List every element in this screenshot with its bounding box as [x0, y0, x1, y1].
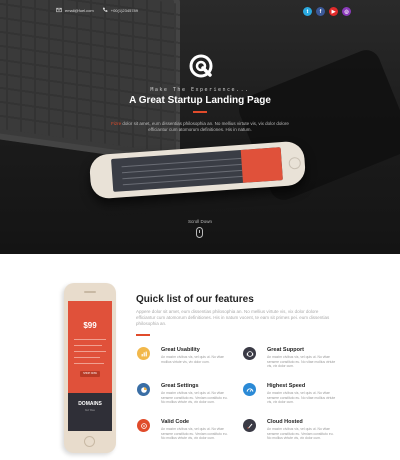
- feature-title: Highest Speed: [267, 383, 306, 389]
- email-contact[interactable]: email@fuel.com: [56, 7, 94, 13]
- envelope-icon: [56, 7, 62, 13]
- phone-contact[interactable]: +00(1)2345789: [102, 7, 138, 13]
- twitter-icon[interactable]: t: [303, 7, 312, 16]
- feature-description: An mazim civibus vis, vel quis ut. No vi…: [161, 391, 228, 405]
- hero-description-highlight: Fizre: [111, 121, 122, 126]
- phone-icon: [102, 7, 108, 12]
- feature-title: Great Support: [267, 347, 304, 353]
- support-icon: [243, 347, 256, 360]
- facebook-icon[interactable]: f: [316, 7, 325, 16]
- feature-title: Great Usability: [161, 347, 200, 353]
- features-title: Quick list of our features: [136, 294, 254, 305]
- mouse-scroll-icon[interactable]: [196, 227, 203, 238]
- logo-icon[interactable]: [188, 53, 214, 79]
- features-intro: Appere dolor sit amet, eum dissentias ph…: [136, 309, 330, 326]
- feature-title: Valid Code: [161, 419, 190, 425]
- feature-title: Great Settings: [161, 383, 199, 389]
- phone-text: +00(1)2345789: [110, 7, 138, 13]
- chart-icon: [137, 347, 150, 360]
- feature-description: An mazim civibus vis, vel quis ut. No vi…: [267, 427, 334, 441]
- rocket-icon: [243, 419, 256, 432]
- phone-speaker: [84, 291, 96, 293]
- speed-icon: [243, 383, 256, 396]
- youtube-icon[interactable]: ▶: [329, 7, 338, 16]
- hero-description-body: dolor sit amet, eum dissentias philosoph…: [121, 121, 289, 132]
- phone-home-button: [288, 156, 302, 170]
- features-divider: [136, 334, 150, 336]
- scroll-down-label[interactable]: Scroll Down: [0, 219, 400, 224]
- pie-icon: [137, 383, 150, 396]
- feature-description: An mazim civibus vis, vel quis ut. No vi…: [267, 391, 336, 405]
- feature-phone-image: $99 SHOP NOW DOMAINS for You: [64, 283, 116, 453]
- code-icon: [137, 419, 150, 432]
- phone-home-button: [84, 436, 95, 447]
- shop-now-button: SHOP NOW: [80, 371, 100, 377]
- social-links: t f ▶ ◎: [303, 7, 351, 16]
- instagram-icon[interactable]: ◎: [342, 7, 351, 16]
- hero-section: email@fuel.com +00(1)2345789 t f ▶ ◎ Mak…: [0, 0, 400, 254]
- price-label: $99: [83, 321, 97, 330]
- feature-description: An mazim civibus vis, vel quis ut. No vi…: [161, 427, 228, 441]
- hero-tagline: Make The Experience...: [150, 87, 250, 93]
- feature-description: An mazim civibus vis, vel quis ut. No vi…: [267, 355, 336, 369]
- hero-divider: [193, 111, 207, 113]
- domains-subtitle: for You: [85, 408, 95, 412]
- hero-title: A Great Startup Landing Page: [129, 95, 271, 106]
- phone-dark-panel: DOMAINS for You: [68, 393, 112, 431]
- feature-description: An mazim civibus vis, vel quis ut. No vi…: [161, 355, 224, 364]
- domains-title: DOMAINS: [78, 401, 102, 407]
- contact-bar: email@fuel.com +00(1)2345789: [56, 7, 138, 13]
- hero-description: Fizre dolor sit amet, eum dissentias phi…: [110, 121, 290, 133]
- phone-screen: [111, 147, 283, 192]
- email-text: email@fuel.com: [65, 7, 94, 13]
- phone-screen: $99 SHOP NOW DOMAINS for You: [68, 301, 112, 431]
- feature-title: Cloud Hosted: [267, 419, 303, 425]
